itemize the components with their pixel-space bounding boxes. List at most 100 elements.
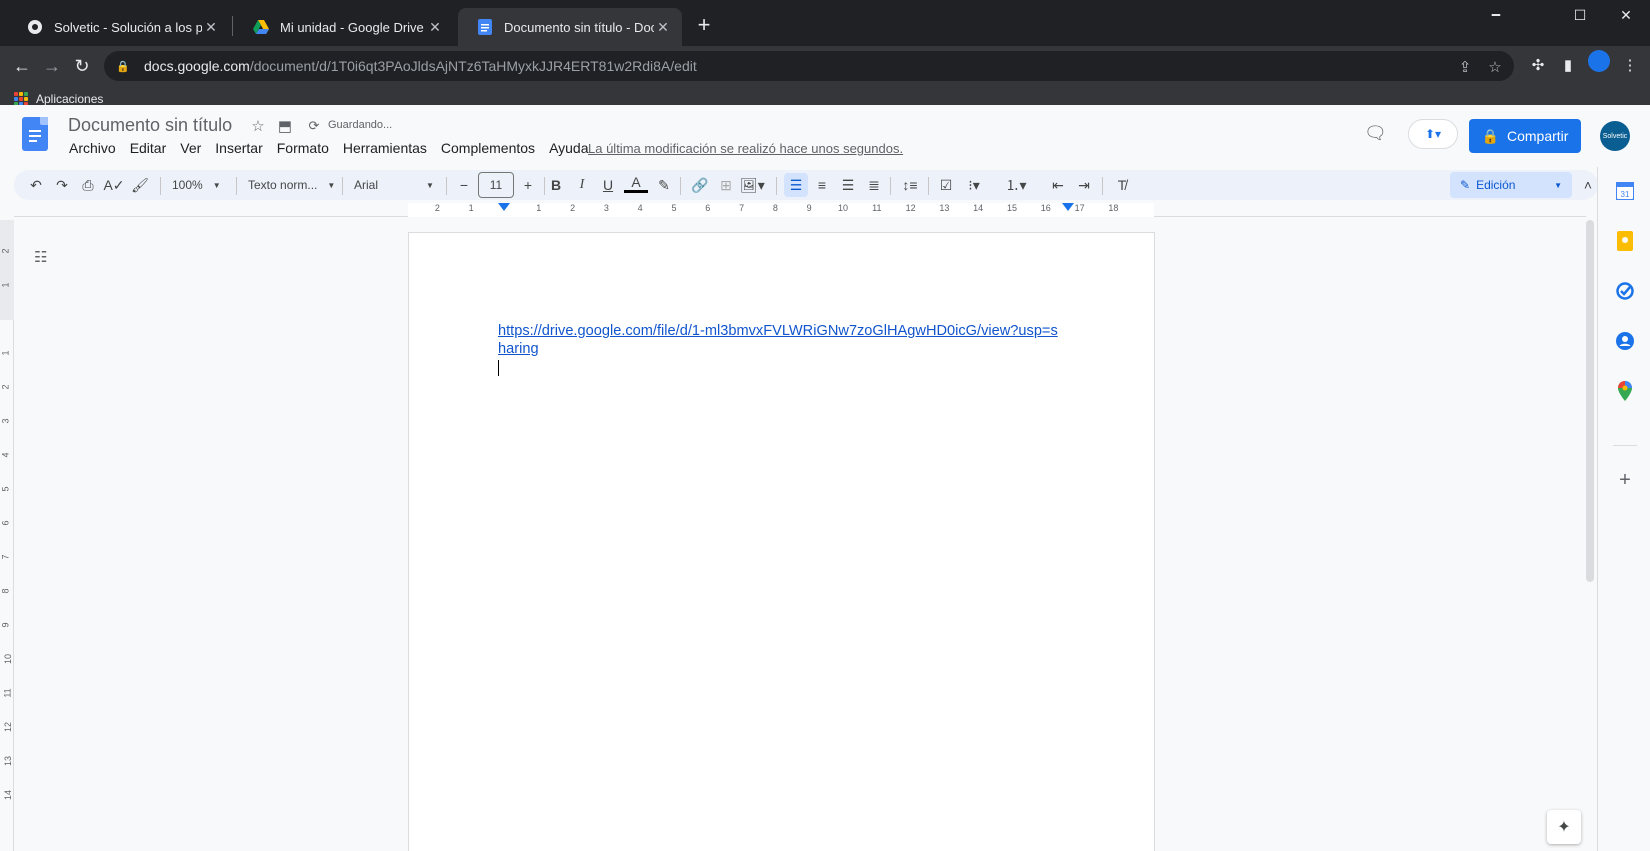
share-button[interactable]: 🔒 Compartir	[1469, 119, 1581, 153]
contacts-icon[interactable]	[1615, 331, 1635, 351]
side-panel-icon[interactable]: ▮	[1558, 56, 1578, 74]
font-value: Arial	[354, 178, 379, 192]
menu-archivo[interactable]: Archivo	[62, 140, 123, 156]
explore-icon[interactable]: ✦	[1547, 810, 1581, 844]
keep-icon[interactable]	[1615, 231, 1635, 251]
menu-insertar[interactable]: Insertar	[208, 140, 269, 156]
undo-icon[interactable]: ↶	[24, 173, 48, 197]
underline-icon[interactable]: U	[596, 173, 620, 197]
bold-icon[interactable]: B	[544, 173, 568, 197]
add-comment-icon[interactable]: ⊞	[714, 173, 738, 197]
toolbar-divider	[776, 177, 777, 195]
last-modified-link[interactable]: La última modificación se realizó hace u…	[588, 141, 903, 156]
style-select[interactable]: Texto norm... ▼	[248, 173, 338, 197]
close-icon[interactable]: ✕	[202, 19, 220, 36]
lock-icon[interactable]: 🔒	[116, 60, 130, 73]
menu-complementos[interactable]: Complementos	[434, 140, 542, 156]
zoom-select[interactable]: 100% ▼	[172, 173, 232, 197]
document-scrollbar[interactable]	[1584, 220, 1596, 851]
maximize-button[interactable]: ☐	[1560, 0, 1600, 30]
toolbar-divider	[1102, 177, 1103, 195]
account-avatar[interactable]: Solvetic	[1600, 121, 1630, 151]
tab-google-drive[interactable]: Mi unidad - Google Drive ✕	[234, 8, 454, 46]
star-icon[interactable]: ☆	[249, 117, 267, 135]
minimize-button[interactable]: 🗕	[1472, 0, 1520, 30]
chrome-menu-icon[interactable]: ⋮	[1620, 56, 1640, 74]
line-spacing-icon[interactable]: ↕≡	[898, 173, 922, 197]
ruler-number: 14	[973, 203, 984, 213]
close-icon[interactable]: ✕	[654, 19, 672, 36]
present-icon: ⬆▾	[1424, 127, 1442, 141]
print-icon[interactable]: ⎙	[76, 173, 100, 197]
menu-formato[interactable]: Formato	[270, 140, 336, 156]
menu-ver[interactable]: Ver	[173, 140, 208, 156]
vertical-ruler-number: 12	[3, 721, 14, 733]
document-outline-icon[interactable]: ☷	[34, 248, 52, 266]
zoom-value: 100%	[172, 178, 203, 192]
left-indent-marker[interactable]	[498, 203, 510, 211]
menu-herramientas[interactable]: Herramientas	[336, 140, 434, 156]
justify-icon[interactable]: ≣	[862, 173, 886, 197]
toolbar-divider	[928, 177, 929, 195]
new-tab-button[interactable]: +	[694, 12, 714, 38]
address-bar[interactable]: 🔒 docs.google.com /document/d/1T0i6qt3PA…	[104, 51, 1514, 81]
redo-icon[interactable]: ↷	[50, 173, 74, 197]
decrease-indent-icon[interactable]: ⇤	[1046, 173, 1070, 197]
clear-formatting-icon[interactable]: T̸	[1110, 173, 1134, 197]
avatar-logo: Solvetic	[1602, 132, 1628, 140]
document-link[interactable]: https://drive.google.com/file/d/1-ml3bmv…	[498, 322, 1058, 358]
forward-button[interactable]: →	[40, 54, 64, 78]
align-left-icon[interactable]: ☰	[784, 173, 808, 197]
scrollbar-thumb[interactable]	[1586, 220, 1594, 582]
insert-image-icon[interactable]: 🖼▾	[740, 173, 765, 197]
font-size-input[interactable]: 11	[478, 172, 514, 198]
editing-mode-select[interactable]: ✎ Edición ▼	[1450, 172, 1572, 198]
tab-title: Mi unidad - Google Drive	[280, 19, 424, 35]
spellcheck-icon[interactable]: A✓	[102, 173, 126, 197]
tasks-icon[interactable]	[1615, 281, 1635, 301]
maps-icon[interactable]	[1615, 381, 1635, 401]
toolbar-divider	[890, 177, 891, 195]
decrease-font-size-button[interactable]: −	[452, 173, 476, 197]
numbered-list-icon[interactable]: ⒈▾	[1004, 173, 1028, 197]
text-color-icon[interactable]: A	[624, 173, 648, 193]
increase-font-size-button[interactable]: +	[516, 173, 540, 197]
extensions-icon[interactable]: ✣	[1528, 56, 1548, 74]
menu-editar[interactable]: Editar	[123, 140, 174, 156]
close-icon[interactable]: ✕	[426, 19, 444, 36]
comment-history-icon[interactable]: 🗨	[1364, 123, 1388, 143]
paint-format-icon[interactable]: 🖌	[128, 173, 152, 197]
highlight-icon[interactable]: ✎	[652, 173, 676, 197]
align-right-icon[interactable]: ☰	[836, 173, 860, 197]
get-addons-plus-icon[interactable]: +	[1615, 469, 1635, 491]
docs-header: Documento sin título ☆ ⬒ ⟳ Guardando... …	[0, 105, 1650, 167]
italic-icon[interactable]: I	[570, 173, 594, 197]
style-value: Texto norm...	[248, 178, 318, 192]
align-center-icon[interactable]: ≡	[810, 173, 834, 197]
tab-google-docs[interactable]: Documento sin título - Documen ✕	[458, 8, 682, 46]
format-toolbar: ↶ ↷ ⎙ A✓ 🖌 100% ▼ Texto norm... ▼ Arial ▼ −…	[14, 170, 1598, 200]
docs-logo-icon[interactable]	[22, 117, 48, 151]
ruler-number: 15	[1006, 203, 1017, 213]
tab-solvetic[interactable]: Solvetic - Solución a los problem ✕	[8, 8, 230, 46]
close-window-button[interactable]: ✕	[1602, 0, 1650, 30]
vertical-ruler-number: 11	[2, 688, 13, 698]
font-select[interactable]: Arial ▼	[354, 173, 444, 197]
link-icon[interactable]: 🔗	[688, 173, 712, 197]
profile-avatar[interactable]	[1588, 50, 1610, 72]
document-title[interactable]: Documento sin título	[68, 115, 232, 136]
bookmark-label: Aplicaciones	[36, 92, 104, 106]
calendar-icon[interactable]: 31	[1615, 181, 1635, 201]
move-folder-icon[interactable]: ⬒	[276, 117, 294, 135]
vertical-ruler-number: 2	[0, 248, 11, 254]
increase-indent-icon[interactable]: ⇥	[1072, 173, 1096, 197]
bookmark-apps[interactable]: Aplicaciones	[14, 92, 103, 106]
bulleted-list-icon[interactable]: ⁝▾	[962, 173, 986, 197]
back-button[interactable]: ←	[10, 54, 34, 78]
checklist-icon[interactable]: ☑	[934, 173, 958, 197]
reload-button[interactable]: ↻	[70, 54, 94, 78]
bookmark-star-icon[interactable]: ☆	[1486, 58, 1504, 76]
present-button[interactable]: ⬆▾	[1408, 119, 1458, 149]
share-page-icon[interactable]: ⇪	[1456, 58, 1474, 76]
chevron-down-icon: ▼	[327, 180, 336, 190]
